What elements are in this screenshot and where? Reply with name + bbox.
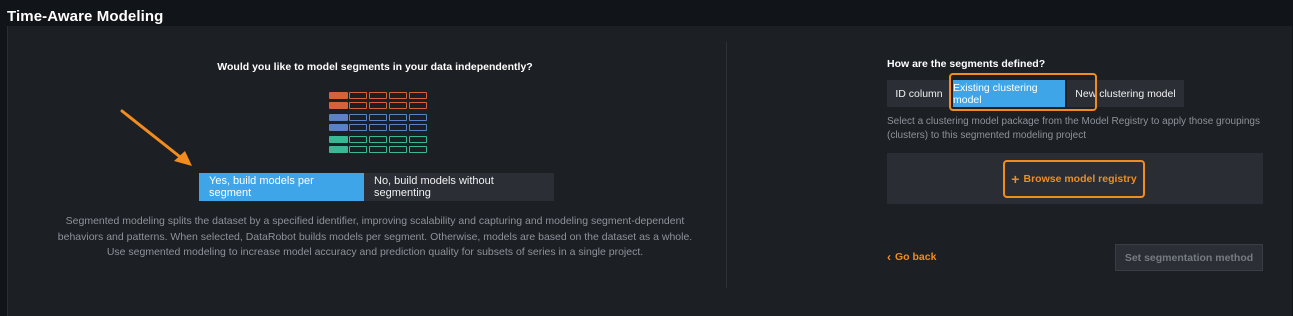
illustration-row bbox=[329, 102, 429, 109]
illustration-cell bbox=[409, 136, 427, 143]
illustration-cell bbox=[329, 102, 348, 109]
illustration-cell bbox=[349, 124, 367, 131]
illustration-cell bbox=[389, 102, 407, 109]
illustration-cell bbox=[349, 136, 367, 143]
go-back-link[interactable]: ‹ Go back bbox=[887, 250, 936, 264]
illustration-cell bbox=[369, 102, 387, 109]
illustration-cell bbox=[349, 146, 367, 153]
illustration-row bbox=[329, 146, 429, 153]
highlight-browse bbox=[1003, 160, 1145, 198]
illustration-cell bbox=[329, 114, 348, 121]
illustration-cell bbox=[389, 146, 407, 153]
illustration-row bbox=[329, 114, 429, 121]
illustration-cell bbox=[409, 114, 427, 121]
illustration-cell bbox=[389, 114, 407, 121]
illustration-cell bbox=[409, 102, 427, 109]
illustration-cell bbox=[369, 146, 387, 153]
page-title: Time-Aware Modeling bbox=[7, 8, 164, 25]
illustration-cell bbox=[409, 124, 427, 131]
highlight-existing-clustering bbox=[949, 73, 1097, 111]
illustration-cell bbox=[389, 136, 407, 143]
chevron-left-icon: ‹ bbox=[887, 250, 891, 264]
illustration-row bbox=[329, 92, 429, 99]
illustration-cell bbox=[409, 92, 427, 99]
illustration-cell bbox=[389, 92, 407, 99]
segment-toggle: Yes, build models per segment No, build … bbox=[199, 173, 554, 201]
segments-defined-question: How are the segments defined? bbox=[887, 58, 1046, 70]
illustration-cell bbox=[349, 92, 367, 99]
illustration-cell bbox=[369, 92, 387, 99]
illustration-cell bbox=[409, 146, 427, 153]
illustration-cell bbox=[329, 92, 348, 99]
tab-id-column[interactable]: ID column bbox=[887, 80, 951, 107]
go-back-label: Go back bbox=[895, 251, 937, 263]
segments-illustration bbox=[329, 92, 429, 156]
no-segment-button[interactable]: No, build models without segmenting bbox=[364, 173, 554, 201]
illustration-row bbox=[329, 124, 429, 131]
illustration-cell bbox=[369, 124, 387, 131]
illustration-cell bbox=[329, 136, 348, 143]
illustration-cell bbox=[349, 114, 367, 121]
set-segmentation-button[interactable]: Set segmentation method bbox=[1115, 244, 1263, 271]
section-divider bbox=[726, 42, 727, 288]
clustering-description: Select a clustering model package from t… bbox=[887, 116, 1260, 141]
segment-description: Segmented modeling splits the dataset by… bbox=[57, 215, 693, 258]
annotation-arrow bbox=[120, 109, 192, 166]
illustration-cell bbox=[369, 136, 387, 143]
illustration-row bbox=[329, 136, 429, 143]
illustration-cell bbox=[329, 146, 348, 153]
illustration-cell bbox=[369, 114, 387, 121]
illustration-cell bbox=[349, 102, 367, 109]
segment-question: Would you like to model segments in your… bbox=[217, 61, 533, 73]
illustration-cell bbox=[329, 124, 348, 131]
illustration-cell bbox=[389, 124, 407, 131]
yes-segment-button[interactable]: Yes, build models per segment bbox=[199, 173, 364, 201]
